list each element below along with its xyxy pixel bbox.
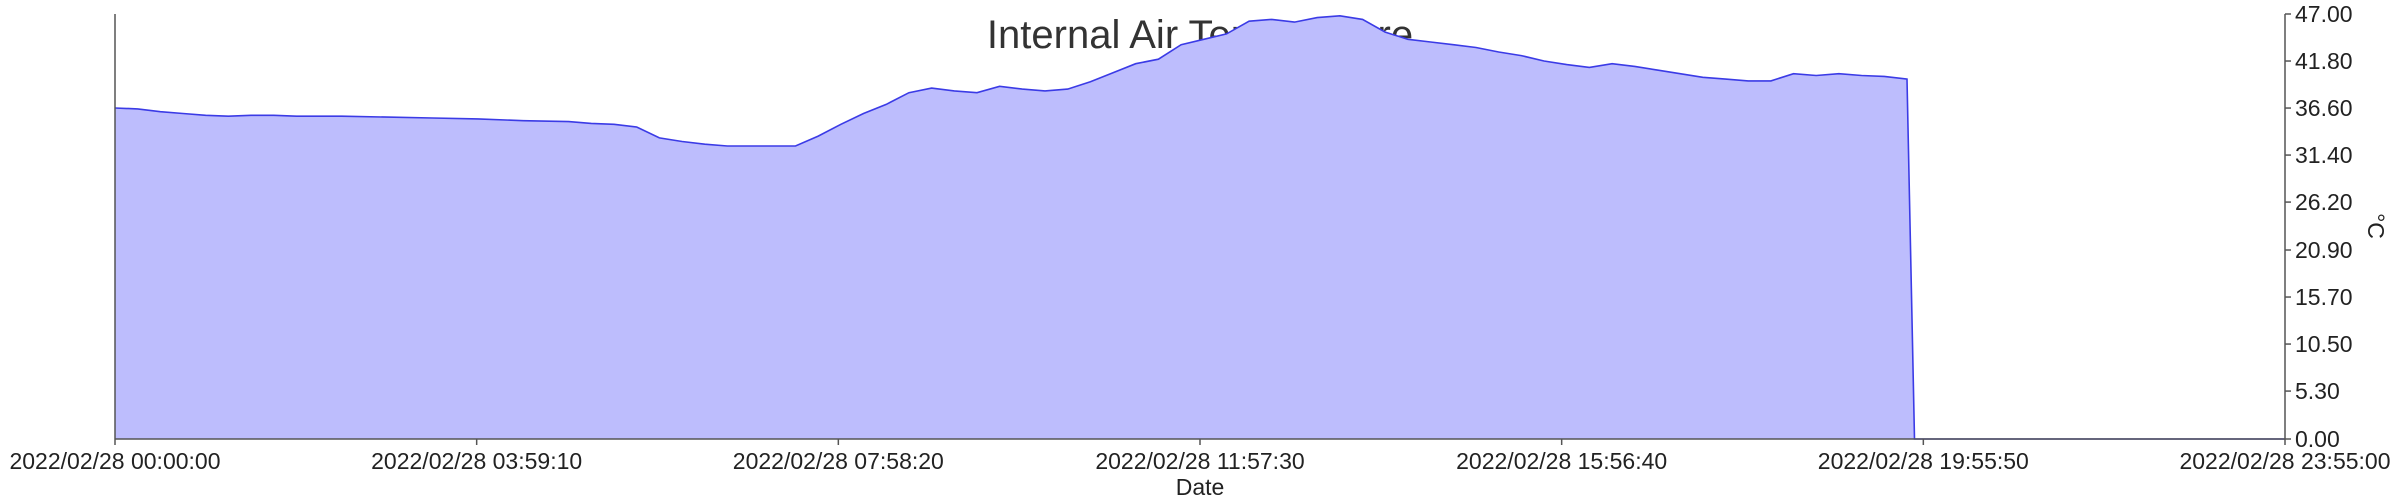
x-tick-label: 2022/02/28 03:59:10: [371, 448, 582, 474]
y-axis-title: °C: [2363, 213, 2389, 239]
y-tick-label: 41.80: [2295, 48, 2353, 74]
x-tick-label: 2022/02/28 11:57:30: [1095, 448, 1304, 474]
x-tick-label: 2022/02/28 15:56:40: [1456, 448, 1667, 474]
y-axis: 0.005.3010.5015.7020.9026.2031.4036.6041…: [2285, 1, 2353, 452]
x-axis-title: Date: [1176, 474, 1225, 500]
x-tick-label: 2022/02/28 00:00:00: [9, 448, 220, 474]
y-tick-label: 20.90: [2295, 237, 2353, 263]
y-tick-label: 36.60: [2295, 95, 2353, 121]
y-tick-label: 15.70: [2295, 284, 2353, 310]
x-tick-label: 2022/02/28 23:55:00: [2179, 448, 2390, 474]
x-axis: 2022/02/28 00:00:00 2022/02/28 03:59:10 20…: [9, 439, 2391, 474]
temperature-chart: Internal Air Temperature 0.005.3010.5015…: [9, 1, 2391, 500]
y-tick-label: 26.20: [2295, 189, 2353, 215]
x-tick-label: 2022/02/28 19:55:50: [1818, 448, 2029, 474]
temperature-area: [115, 15, 2285, 440]
y-tick-label: 47.00: [2295, 1, 2353, 27]
x-tick-label: 2022/02/28 07:58:20: [733, 448, 944, 474]
y-tick-label: 5.30: [2295, 378, 2340, 404]
y-tick-label: 31.40: [2295, 142, 2353, 168]
plot-area: [114, 14, 2285, 440]
y-tick-label: 10.50: [2295, 331, 2353, 357]
